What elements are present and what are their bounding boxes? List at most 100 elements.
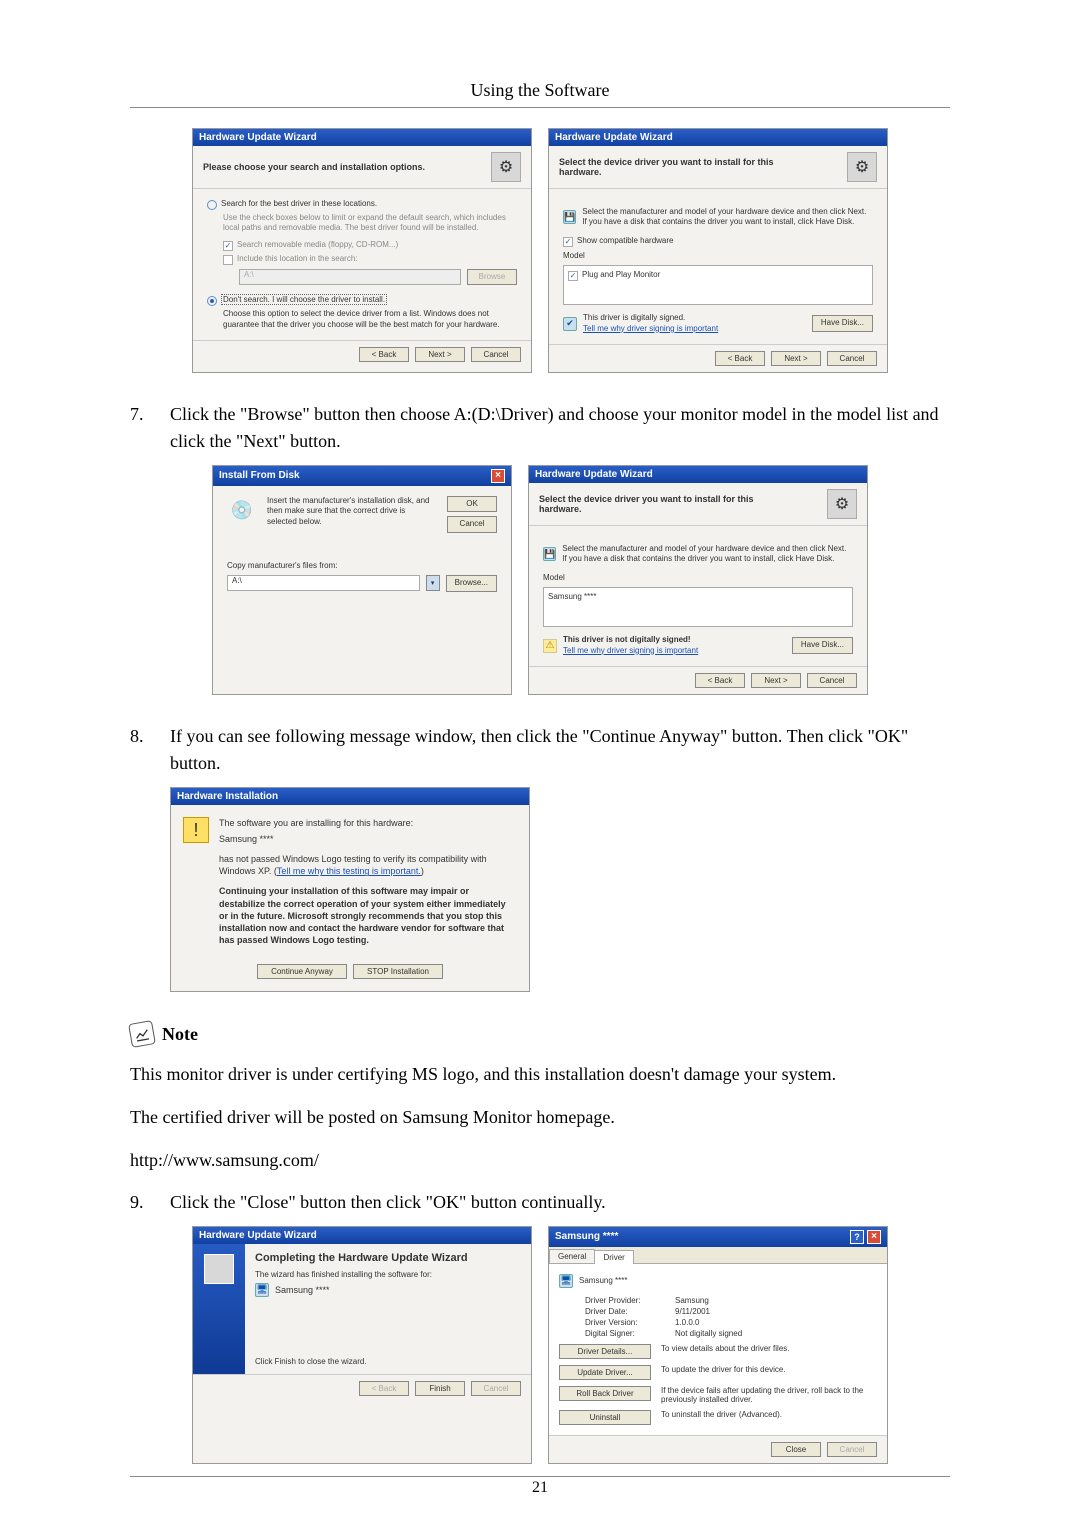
cancel-button[interactable]: Cancel xyxy=(827,351,877,366)
close-icon[interactable]: × xyxy=(491,469,505,483)
back-button[interactable]: < Back xyxy=(359,347,409,362)
chk-removable-label: Search removable media (floppy, CD-ROM..… xyxy=(237,240,398,250)
dialog-header-text: Select the device driver you want to ins… xyxy=(559,157,813,177)
uninstall-button[interactable]: Uninstall xyxy=(559,1410,651,1425)
dialog-header-text: Please choose your search and installati… xyxy=(203,162,425,172)
step-text: Click the "Browse" button then choose A:… xyxy=(170,401,950,455)
dialog-header: Select the device driver you want to ins… xyxy=(549,146,887,189)
cancel-button: Cancel xyxy=(827,1442,877,1457)
dialog-header-text: Select the device driver you want to ins… xyxy=(539,494,793,514)
cancel-button: Cancel xyxy=(471,1381,521,1396)
title-text: Samsung **** xyxy=(555,1231,618,1242)
step-text: Click the "Close" button then click "OK"… xyxy=(170,1189,950,1216)
checkbox-removable[interactable] xyxy=(223,241,233,251)
disk-icon: 💾 xyxy=(563,210,576,224)
path-input: A:\ xyxy=(239,269,461,285)
completing-lead: The wizard has finished installing the s… xyxy=(255,1270,521,1279)
next-button[interactable]: Next > xyxy=(751,673,801,688)
radio-dont-search[interactable] xyxy=(207,296,217,306)
opt1-sub: Use the check boxes below to limit or ex… xyxy=(223,213,517,234)
step-text: If you can see following message window,… xyxy=(170,723,950,777)
hw-line3: has not passed Windows Logo testing to v… xyxy=(219,853,517,877)
titlebar: Hardware Update Wizard xyxy=(549,129,887,146)
tell-me-link[interactable]: Tell me why driver signing is important xyxy=(583,324,806,334)
next-button[interactable]: Next > xyxy=(771,351,821,366)
dropdown-icon[interactable]: ▾ xyxy=(426,575,440,591)
dialog-search-options: Hardware Update Wizard Please choose you… xyxy=(192,128,532,373)
screenshot-row-4: Hardware Update Wizard Completing the Ha… xyxy=(130,1226,950,1464)
cancel-button[interactable]: Cancel xyxy=(447,516,497,532)
step-8: 8. If you can see following message wind… xyxy=(130,723,950,777)
date-k: Driver Date: xyxy=(585,1307,675,1316)
continue-anyway-button[interactable]: Continue Anyway xyxy=(257,964,347,979)
title-text: Hardware Update Wizard xyxy=(199,1230,317,1241)
radio-search-best[interactable] xyxy=(207,200,217,210)
ok-button[interactable]: OK xyxy=(447,496,497,512)
title-text: Hardware Update Wizard xyxy=(535,469,653,480)
tab-general[interactable]: General xyxy=(549,1249,595,1263)
tell-me-link[interactable]: Tell me why driver signing is important xyxy=(563,646,786,656)
browse-button[interactable]: Browse... xyxy=(446,575,497,591)
wizard-icon: ⚙ xyxy=(847,152,877,182)
model-label: Model xyxy=(563,251,873,261)
model-item: Plug and Play Monitor xyxy=(582,270,660,280)
uninstall-desc: To uninstall the driver (Advanced). xyxy=(661,1410,877,1419)
warning-icon: ⚠ xyxy=(543,639,557,653)
signer-v: Not digitally signed xyxy=(675,1329,742,1338)
note-block: Note xyxy=(130,1022,950,1046)
tab-driver[interactable]: Driver xyxy=(594,1250,633,1264)
dialog-header: Select the device driver you want to ins… xyxy=(529,483,867,526)
note-line-2: The certified driver will be posted on S… xyxy=(130,1103,950,1132)
signer-k: Digital Signer: xyxy=(585,1329,675,1338)
model-list[interactable]: Samsung **** xyxy=(543,587,853,627)
wizard-icon xyxy=(204,1254,234,1284)
wizard-icon: ⚙ xyxy=(491,152,521,182)
browse-button: Browse xyxy=(467,269,517,285)
dialog-hardware-installation: Hardware Installation ! The software you… xyxy=(170,787,530,992)
monitor-icon: 🖥 xyxy=(255,1283,269,1297)
completing-title: Completing the Hardware Update Wizard xyxy=(255,1252,521,1264)
step-number: 8. xyxy=(130,723,170,777)
back-button[interactable]: < Back xyxy=(695,673,745,688)
cancel-button[interactable]: Cancel xyxy=(807,673,857,688)
disk-icon: 💾 xyxy=(543,547,556,561)
path-input[interactable]: A:\ xyxy=(227,575,420,591)
completing-device: Samsung **** xyxy=(275,1285,330,1295)
stop-installation-button[interactable]: STOP Installation xyxy=(353,964,443,979)
hw-bold-warning: Continuing your installation of this sof… xyxy=(219,885,517,946)
side-panel xyxy=(193,1244,245,1374)
dialog-completing-wizard: Hardware Update Wizard Completing the Ha… xyxy=(192,1226,532,1464)
step-7: 7. Click the "Browse" button then choose… xyxy=(130,401,950,455)
have-disk-button[interactable]: Have Disk... xyxy=(812,315,873,331)
not-signed-text: This driver is not digitally signed! xyxy=(563,635,786,645)
checkbox-include-location[interactable] xyxy=(223,255,233,265)
back-button[interactable]: < Back xyxy=(715,351,765,366)
date-v: 9/11/2001 xyxy=(675,1307,710,1316)
tell-me-link[interactable]: Tell me why this testing is important. xyxy=(277,866,421,876)
warning-icon: ! xyxy=(183,817,209,843)
signed-icon: ✔ xyxy=(563,317,577,331)
cancel-button[interactable]: Cancel xyxy=(471,347,521,362)
step-number: 9. xyxy=(130,1189,170,1216)
rollback-driver-button[interactable]: Roll Back Driver xyxy=(559,1386,651,1401)
close-icon[interactable]: × xyxy=(867,1230,881,1244)
driver-details-button[interactable]: Driver Details... xyxy=(559,1344,651,1359)
update-driver-button[interactable]: Update Driver... xyxy=(559,1365,651,1380)
details-desc: To view details about the driver files. xyxy=(661,1344,877,1353)
titlebar: Samsung **** ?× xyxy=(549,1227,887,1247)
checkbox-show-compatible[interactable] xyxy=(563,237,573,247)
model-list[interactable]: Plug and Play Monitor xyxy=(563,265,873,305)
close-button[interactable]: Close xyxy=(771,1442,821,1457)
dialog-header: Please choose your search and installati… xyxy=(193,146,531,189)
hw-device: Samsung **** xyxy=(219,833,517,845)
have-disk-button[interactable]: Have Disk... xyxy=(792,637,853,653)
next-button[interactable]: Next > xyxy=(415,347,465,362)
help-icon[interactable]: ? xyxy=(850,1230,864,1244)
screenshot-row-1: Hardware Update Wizard Please choose you… xyxy=(130,128,950,373)
chk-include-label: Include this location in the search: xyxy=(237,254,358,264)
copy-from-label: Copy manufacturer's files from: xyxy=(227,561,497,571)
device-name: Samsung **** xyxy=(579,1276,627,1285)
title-text: Hardware Installation xyxy=(177,791,278,802)
lead-text: Insert the manufacturer's installation d… xyxy=(267,496,437,527)
finish-button[interactable]: Finish xyxy=(415,1381,465,1396)
